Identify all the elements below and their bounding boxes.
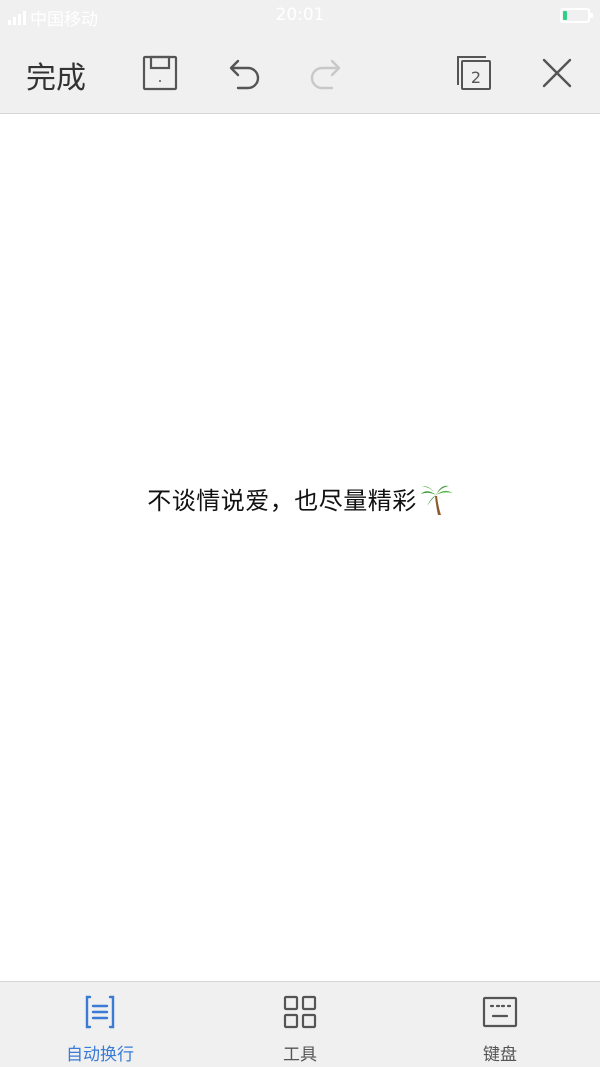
palm-tree-icon — [420, 485, 452, 515]
grid-icon — [282, 994, 318, 1030]
keyboard-label: 键盘 — [483, 1045, 517, 1065]
document-text: 不谈情说爱，也尽量精彩 — [147, 487, 417, 515]
editor-toolbar: 完成 2 — [0, 32, 600, 114]
save-icon[interactable] — [140, 53, 180, 93]
redo-icon — [306, 53, 346, 93]
tools-label: 工具 — [283, 1045, 317, 1065]
wrap-text-icon — [82, 994, 118, 1030]
bottom-bar: 自动换行 工具 键盘 — [0, 981, 600, 1067]
keyboard-button[interactable]: 键盘 — [400, 982, 600, 1067]
wrap-text-label: 自动换行 — [66, 1045, 134, 1065]
keyboard-icon — [482, 994, 518, 1030]
document-text-line[interactable]: 不谈情说爱，也尽量精彩 — [0, 481, 600, 516]
status-time: 20:01 — [275, 5, 325, 25]
status-bar: 中国移动 20:01 — [0, 0, 600, 32]
windows-count: 2 — [471, 68, 481, 87]
wrap-text-button[interactable]: 自动换行 — [0, 982, 200, 1067]
close-icon[interactable] — [537, 53, 577, 93]
undo-icon[interactable] — [224, 53, 264, 93]
battery-icon — [560, 8, 593, 23]
battery-level — [563, 11, 567, 20]
editor-area[interactable]: 不谈情说爱，也尽量精彩 — [0, 115, 600, 981]
done-button[interactable]: 完成 — [26, 53, 86, 97]
windows-icon[interactable]: 2 — [454, 53, 494, 93]
tools-button[interactable]: 工具 — [200, 982, 400, 1067]
